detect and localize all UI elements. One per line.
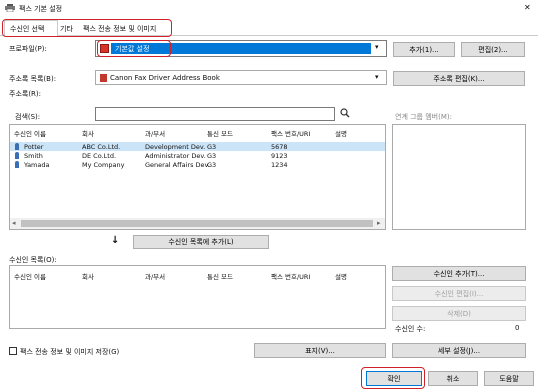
scroll-thumb[interactable] [21,220,373,227]
ok-highlight [361,367,425,389]
addressbook-select[interactable]: Canon Fax Driver Address Book ▾ [95,70,387,85]
table-row[interactable]: Potter ABC Co.Ltd. Development Dev. G3 5… [10,142,385,151]
delete-recipient-button[interactable]: 삭제(D) [392,306,526,321]
tabs-highlight [2,19,172,37]
address-table[interactable]: 수신인 이름 회사 과/부서 통신 모드 팩스 번호/URI 설명 Potter… [9,124,386,230]
table-row[interactable]: Smith DE Co.Ltd. Administrator Dev. G3 9… [10,151,385,160]
person-icon [15,152,19,159]
group-members-list[interactable] [392,124,526,230]
chevron-down-icon: ▾ [375,43,379,51]
printer-icon [5,4,15,13]
addressbook-label: 주소록 목록(B): [9,75,57,83]
edit-recipient-button[interactable]: 수신인 편집(I)... [392,286,526,301]
scroll-right-icon[interactable]: ▸ [377,219,381,227]
scroll-left-icon[interactable]: ◂ [12,219,16,227]
search-label: 검색(S): [15,113,41,121]
person-icon [15,161,19,168]
arrow-down-icon: ↓ [111,235,120,246]
chevron-down-icon: ▾ [375,73,379,81]
cancel-button[interactable]: 취소 [428,371,478,386]
help-button[interactable]: 도움말 [484,371,534,386]
search-icon[interactable] [340,108,350,118]
profile-highlight [97,40,171,57]
addressbook-edit-button[interactable]: 주소록 편집(K)... [393,71,525,86]
display-button[interactable]: 표지(V)... [254,343,386,358]
recipient-table[interactable]: 수신인 이름 회사 과/부서 통신 모드 팩스 번호/URI 설명 [9,265,386,329]
recipient-count-value: 0 [515,324,520,332]
close-icon[interactable]: ✕ [524,3,531,12]
recipient-count-label: 수신인 수: [395,325,426,333]
add-recipient-button[interactable]: 수신인 추가(T)... [392,266,526,281]
profile-edit-button[interactable]: 편집(2)... [461,42,525,57]
add-to-list-button[interactable]: 수신인 목록에 추가(L) [133,235,269,249]
profile-label: 프로파일(P): [9,45,47,53]
window-title: 팩스 기본 설정 [19,5,63,13]
person-icon [15,143,19,150]
addressbook-sublabel: 주소록(R): [9,90,42,98]
address-book-icon [100,74,107,82]
table-row[interactable]: Yamada My Company General Affairs Dev. G… [10,160,385,169]
group-members-label: 연계 그룹 멤버(M): [395,113,452,121]
horizontal-scrollbar[interactable]: ◂ ▸ [10,218,385,229]
detail-settings-button[interactable]: 세부 설정(J)... [392,343,526,358]
save-fax-info-checkbox[interactable] [9,347,17,355]
search-input[interactable] [95,107,335,121]
save-fax-info-label: 팩스 전송 정보 및 이미지 저장(G) [20,348,120,356]
title-bar: 팩스 기본 설정 ✕ [0,0,538,16]
recipient-list-label: 수신인 목록(O): [9,256,57,264]
profile-add-button[interactable]: 추가(1)... [393,42,455,57]
table-header: 수신인 이름 회사 과/부서 통신 모드 팩스 번호/URI 설명 [14,130,347,138]
